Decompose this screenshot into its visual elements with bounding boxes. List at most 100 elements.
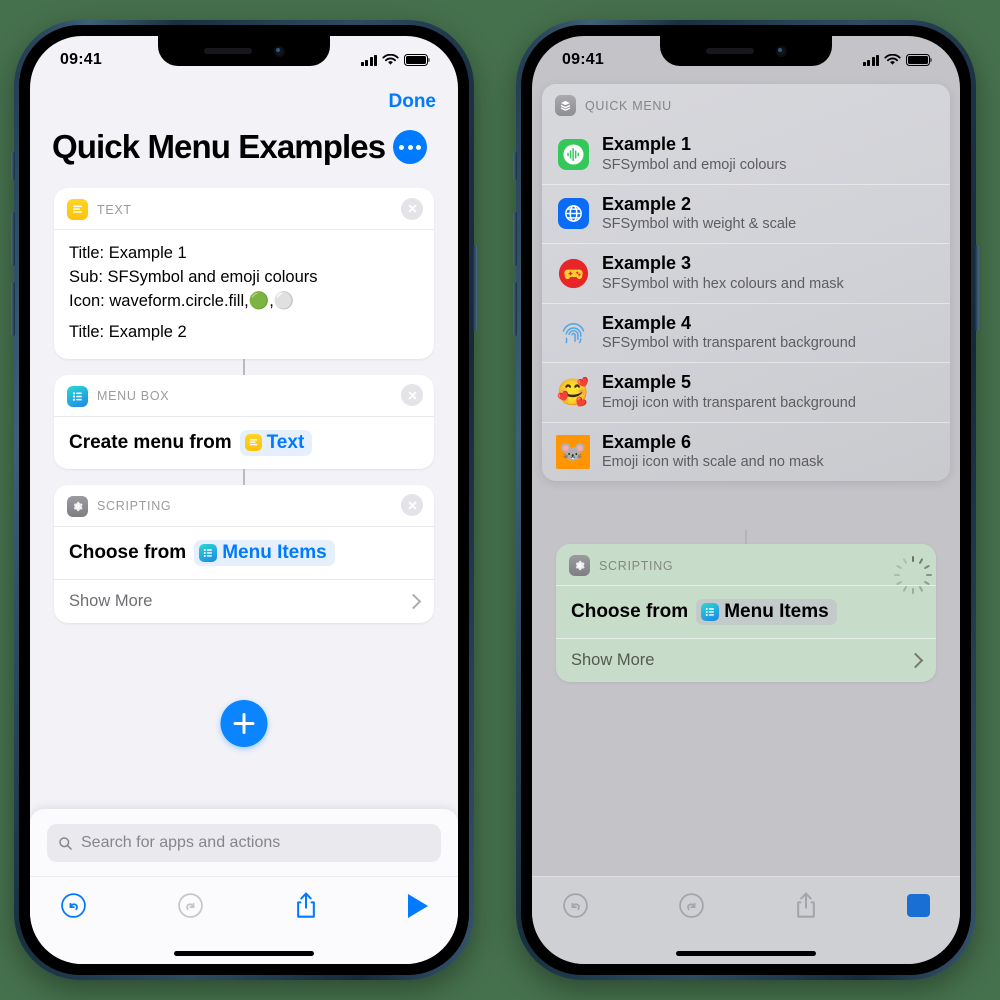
volume-down-button[interactable] xyxy=(513,282,517,336)
home-indicator xyxy=(676,951,816,956)
redo-button[interactable] xyxy=(177,892,204,919)
phone-screen-right: 09:41 QUICK MENU Example 1 SFSymbol and … xyxy=(532,36,960,964)
card-header: SCRIPTING xyxy=(54,485,434,526)
page-title: Quick Menu Examples xyxy=(52,128,386,165)
mouse-face-emoji: 🐭 xyxy=(556,434,590,469)
phone-screen-left: 09:41 Done Quick Menu Examples TEXT Titl… xyxy=(30,36,458,964)
card-header: MENU BOX xyxy=(54,375,434,416)
item-title: Example 1 xyxy=(602,134,692,154)
volume-up-button[interactable] xyxy=(11,212,15,266)
scripting-action-row[interactable]: Choose from Menu Items xyxy=(54,527,434,579)
menu-box-action-card[interactable]: MENU BOX Create menu from Text xyxy=(54,374,434,469)
phone-right: 09:41 QUICK MENU Example 1 SFSymbol and … xyxy=(513,20,979,980)
stop-button[interactable] xyxy=(907,894,930,917)
gamecontroller-fill-icon xyxy=(556,256,590,290)
scripting-action-card-running[interactable]: SCRIPTING Choose from Menu Items Show Mo… xyxy=(556,544,936,682)
silent-switch[interactable] xyxy=(11,152,15,180)
card-connector xyxy=(744,530,748,544)
share-button[interactable] xyxy=(294,891,318,920)
volume-down-button[interactable] xyxy=(11,282,15,336)
more-ellipsis-button[interactable] xyxy=(393,130,428,164)
undo-button[interactable] xyxy=(562,892,589,919)
search-input[interactable]: Search for apps and actions xyxy=(47,824,441,862)
action-prefix: Choose from xyxy=(571,601,689,622)
undo-button[interactable] xyxy=(60,892,87,919)
item-subtitle: SFSymbol with transparent background xyxy=(602,335,856,352)
redo-button[interactable] xyxy=(678,892,705,919)
show-more-row[interactable]: Show More xyxy=(54,580,434,623)
remove-action-button[interactable] xyxy=(401,197,423,220)
card-header: TEXT xyxy=(54,188,434,229)
quick-menu-item-6[interactable]: 🐭 Example 6 Emoji icon with scale and no… xyxy=(542,421,950,482)
front-camera-icon xyxy=(273,45,285,57)
quick-menu-item-text: Example 1 SFSymbol and emoji colours xyxy=(602,134,787,175)
phone-bezel: 09:41 QUICK MENU Example 1 SFSymbol and … xyxy=(521,25,971,975)
quick-menu-title: QUICK MENU xyxy=(585,98,672,113)
text-line-blank xyxy=(69,314,419,321)
item-subtitle: SFSymbol and emoji colours xyxy=(602,156,787,173)
done-button[interactable]: Done xyxy=(389,91,437,113)
item-title: Example 4 xyxy=(602,312,692,333)
quick-menu-item-3[interactable]: Example 3 SFSymbol with hex colours and … xyxy=(542,243,950,303)
remove-action-button[interactable] xyxy=(401,384,423,407)
battery-full-icon xyxy=(404,54,430,66)
quick-menu-header: QUICK MENU xyxy=(542,84,950,125)
menu-box-app-icon xyxy=(67,385,88,407)
status-clock: 09:41 xyxy=(562,51,604,68)
card-connector xyxy=(242,358,246,375)
item-subtitle: SFSymbol with weight & scale xyxy=(602,216,797,233)
item-subtitle: Emoji icon with scale and no mask xyxy=(602,454,824,471)
smiling-face-with-hearts-emoji: 🥰 xyxy=(556,377,590,408)
power-button[interactable] xyxy=(473,245,477,331)
quick-menu-item-5[interactable]: 🥰 Example 5 Emoji icon with transparent … xyxy=(542,362,950,422)
item-title: Example 5 xyxy=(602,372,692,393)
touchid-fingerprint-icon xyxy=(556,316,590,350)
card-app-label: SCRIPTING xyxy=(599,558,674,573)
remove-action-button[interactable] xyxy=(401,494,423,517)
waveform-circle-fill-icon xyxy=(556,137,590,171)
scripting-action-card[interactable]: SCRIPTING Choose from Menu Items Show Mo… xyxy=(54,484,434,623)
quick-menu-item-2[interactable]: Example 2 SFSymbol with weight & scale xyxy=(542,183,950,244)
status-indicators xyxy=(360,50,430,66)
quick-menu-item-text: Example 2 SFSymbol with weight & scale xyxy=(602,194,796,235)
text-card-body[interactable]: Title: Example 1 Sub: SFSymbol and emoji… xyxy=(54,230,434,359)
cellular-bars-icon xyxy=(360,54,377,66)
quick-menu-item-text: Example 5 Emoji icon with transparent ba… xyxy=(602,372,856,413)
screenshot-stage: 09:41 Done Quick Menu Examples TEXT Titl… xyxy=(0,0,1000,1000)
token-label: Text xyxy=(266,431,305,453)
show-more-label: Show More xyxy=(571,651,655,669)
add-action-button[interactable] xyxy=(220,700,268,747)
search-icon xyxy=(59,836,72,850)
menu-box-action-row[interactable]: Create menu from Text xyxy=(54,417,434,469)
globe-icon xyxy=(556,197,590,231)
search-wrap: Search for apps and actions xyxy=(30,809,458,876)
quick-menu-panel[interactable]: QUICK MENU Example 1 SFSymbol and emoji … xyxy=(542,84,950,482)
search-placeholder: Search for apps and actions xyxy=(81,834,281,851)
menu-items-variable-token[interactable]: Menu Items xyxy=(696,599,837,625)
notch xyxy=(660,36,832,66)
item-title: Example 2 xyxy=(602,193,692,214)
text-action-card[interactable]: TEXT Title: Example 1 Sub: SFSymbol and … xyxy=(54,188,434,359)
quick-menu-item-text: Example 4 SFSymbol with transparent back… xyxy=(602,313,856,354)
run-button[interactable] xyxy=(408,893,428,918)
scripting-gear-icon xyxy=(569,555,590,576)
text-variable-token[interactable]: Text xyxy=(239,429,313,456)
volume-up-button[interactable] xyxy=(513,212,517,266)
silent-switch[interactable] xyxy=(513,152,517,180)
quick-menu-item-4[interactable]: Example 4 SFSymbol with transparent back… xyxy=(542,302,950,363)
text-app-icon xyxy=(244,434,262,452)
phone-left: 09:41 Done Quick Menu Examples TEXT Titl… xyxy=(11,20,477,980)
text-line: Title: Example 1 xyxy=(69,244,187,262)
share-button[interactable] xyxy=(794,891,818,920)
quick-menu-item-text: Example 6 Emoji icon with scale and no m… xyxy=(602,432,824,473)
show-more-label: Show More xyxy=(69,591,153,610)
quick-menu-item-1[interactable]: Example 1 SFSymbol and emoji colours xyxy=(542,125,950,184)
power-button[interactable] xyxy=(975,245,979,331)
scripting-action-row[interactable]: Choose from Menu Items xyxy=(556,586,936,638)
menu-box-app-icon xyxy=(701,603,720,621)
card-app-label: TEXT xyxy=(97,202,132,217)
chevron-right-icon xyxy=(405,593,422,609)
status-indicators xyxy=(862,50,932,66)
menu-items-variable-token[interactable]: Menu Items xyxy=(194,539,335,566)
show-more-row[interactable]: Show More xyxy=(556,639,936,682)
